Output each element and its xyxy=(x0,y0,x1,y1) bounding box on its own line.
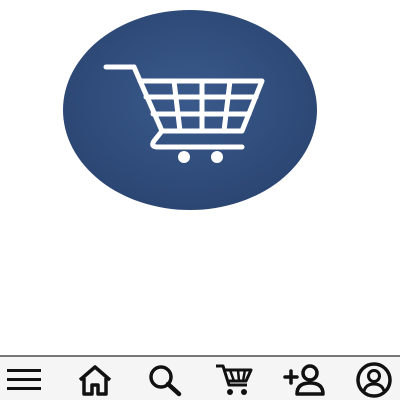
bottom-navigation-bar xyxy=(0,355,400,400)
app-screen xyxy=(0,0,400,400)
shopping-cart-icon xyxy=(216,364,253,395)
app-logo xyxy=(62,9,318,211)
search-icon xyxy=(149,365,182,397)
menu-button[interactable] xyxy=(2,361,46,399)
hamburger-menu-icon xyxy=(7,369,41,390)
cart-button[interactable] xyxy=(212,361,256,399)
account-circle-icon xyxy=(356,362,392,398)
home-button[interactable] xyxy=(73,361,117,399)
add-user-button[interactable] xyxy=(282,361,326,399)
shopping-cart-logo-icon xyxy=(63,10,317,210)
home-icon xyxy=(78,365,112,396)
account-button[interactable] xyxy=(352,361,396,399)
add-person-icon xyxy=(283,364,325,396)
search-button[interactable] xyxy=(143,361,187,399)
